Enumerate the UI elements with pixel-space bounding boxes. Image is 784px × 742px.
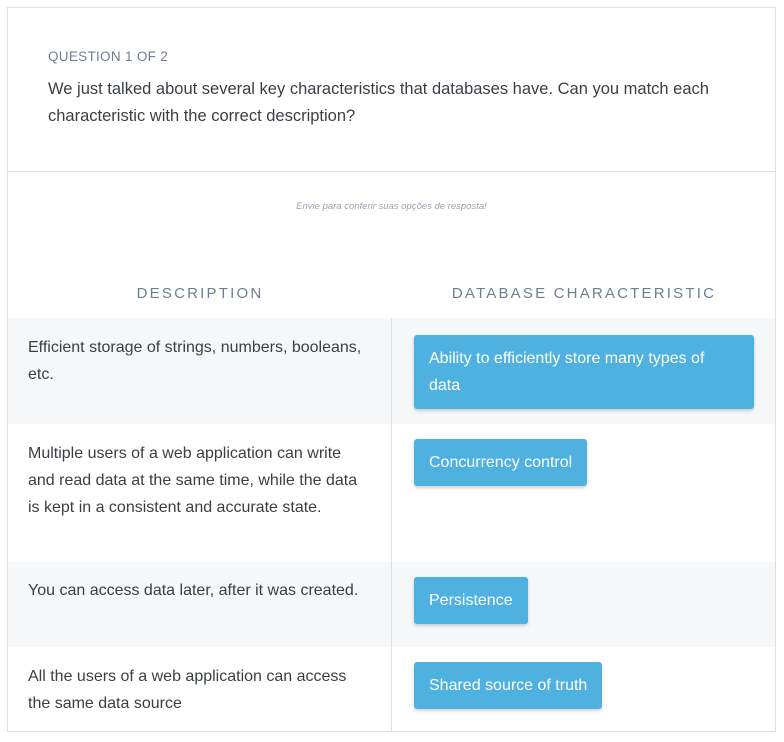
quiz-card: QUESTION 1 OF 2 We just talked about sev… (7, 7, 776, 732)
answer-chip[interactable]: Concurrency control (414, 439, 588, 486)
row-description: All the users of a web application can a… (28, 668, 347, 712)
column-header-characteristic: DATABASE CHARACTERISTIC (451, 285, 717, 302)
row-description: Multiple users of a web application can … (28, 445, 358, 516)
row-description: You can access data later, after it was … (28, 582, 359, 599)
answer-chip[interactable]: Ability to efficiently store many types … (414, 335, 754, 409)
question-text: We just talked about several key charact… (48, 80, 709, 125)
row-description: Efficient storage of strings, numbers, b… (28, 339, 362, 383)
submit-hint: Envie para conferir suas opções de respo… (296, 201, 487, 212)
answer-chip[interactable]: Persistence (414, 577, 528, 624)
column-header-description: DESCRIPTION (136, 285, 264, 302)
answer-chip[interactable]: Shared source of truth (414, 662, 603, 709)
column-divider (391, 318, 392, 731)
question-counter: QUESTION 1 OF 2 (48, 49, 169, 64)
question-header: QUESTION 1 OF 2 We just talked about sev… (8, 8, 775, 172)
